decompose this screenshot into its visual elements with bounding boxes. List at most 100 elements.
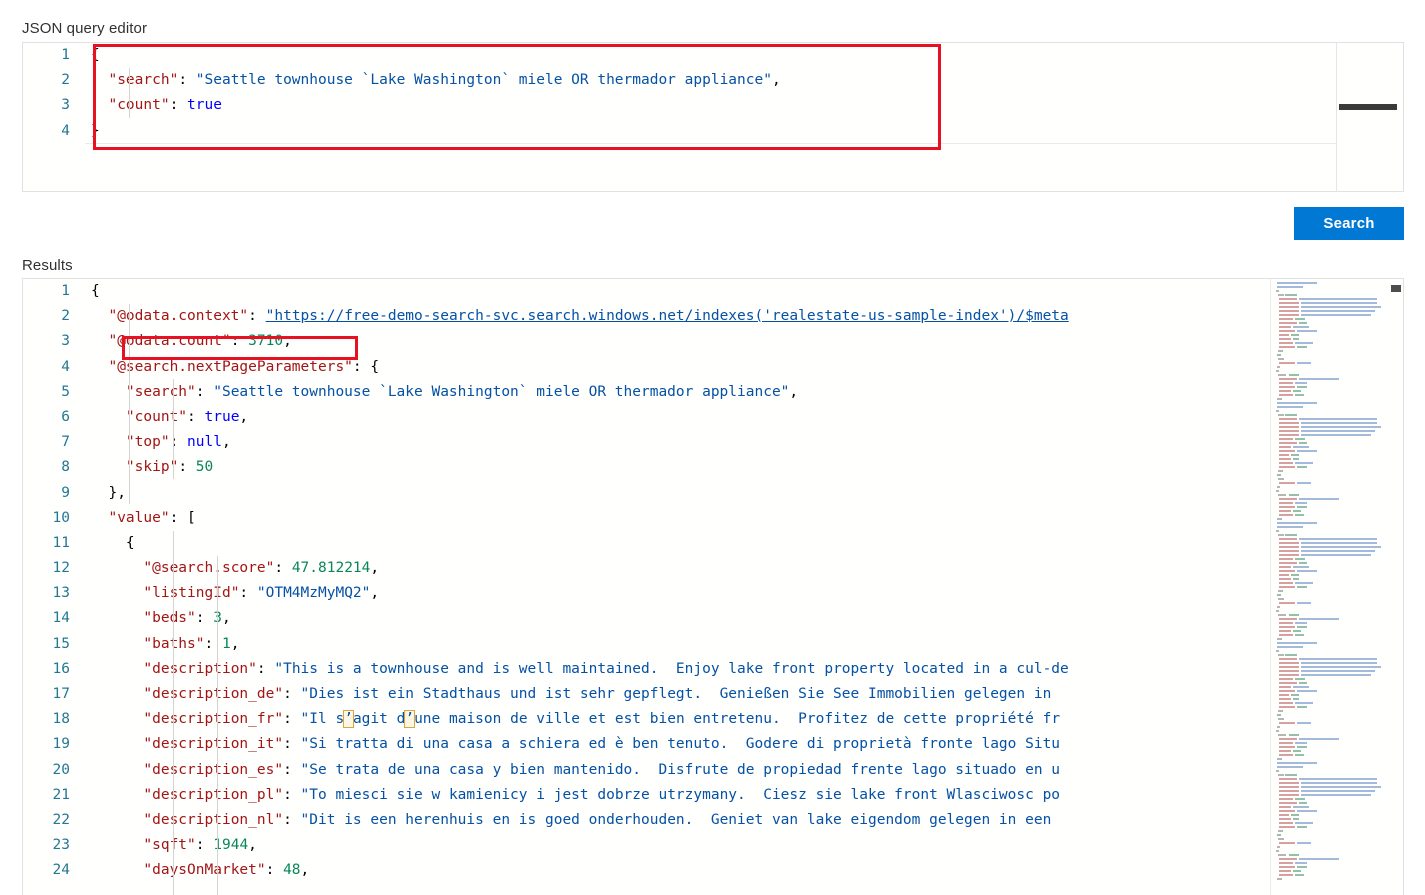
code-line[interactable]: "listingId": "OTM4MzMyMQ2", bbox=[85, 581, 1403, 606]
code-line[interactable]: "top": null, bbox=[85, 430, 1403, 455]
code-token: "skip" bbox=[125, 459, 179, 476]
code-line[interactable]: "count": true, bbox=[85, 405, 1403, 430]
minimap-segment bbox=[1279, 857, 1297, 860]
minimap-segment bbox=[1279, 361, 1295, 364]
code-line[interactable]: "description_es": "Se trata de una casa … bbox=[85, 758, 1403, 783]
minimap-segment bbox=[1279, 497, 1297, 500]
code-line[interactable]: "@odata.context": "https://free-demo-sea… bbox=[85, 304, 1403, 329]
minimap-segment bbox=[1293, 337, 1299, 340]
code-line[interactable]: "skip": 50 bbox=[85, 455, 1403, 480]
code-line[interactable]: "description_nl": "Dit is een herenhuis … bbox=[85, 808, 1403, 833]
results-editor[interactable]: 1 2 3 4 5 6 7 8 9 10 11 12 13 14 15 16 17 18 19 20 21 22 23 24 … bbox=[22, 278, 1404, 895]
minimap-segment bbox=[1299, 441, 1307, 444]
minimap-segment bbox=[1279, 753, 1293, 756]
code-token: , bbox=[771, 72, 781, 89]
results-vertical-scrollbar[interactable] bbox=[1389, 279, 1403, 895]
minimap-segment bbox=[1295, 437, 1305, 440]
query-code-lines[interactable]: { "search": "Seattle townhouse `Lake Was… bbox=[85, 43, 1403, 191]
code-token: : { bbox=[352, 358, 380, 375]
minimap-segment bbox=[1301, 313, 1371, 316]
search-button[interactable]: Search bbox=[1294, 207, 1404, 240]
minimap-segment bbox=[1279, 677, 1293, 680]
code-line[interactable]: "@search.nextPageParameters": { bbox=[85, 355, 1403, 380]
minimap-segment bbox=[1276, 369, 1279, 372]
code-line[interactable]: "baths": 1, bbox=[85, 632, 1403, 657]
code-line[interactable]: "description_fr": "Il s’agit d’une maiso… bbox=[85, 707, 1403, 732]
code-token: : bbox=[169, 97, 188, 114]
minimap-segment bbox=[1279, 325, 1291, 328]
minimap-segment bbox=[1291, 693, 1299, 696]
results-scrollbar-thumb[interactable] bbox=[1391, 285, 1401, 292]
results-code-area[interactable]: 1 2 3 4 5 6 7 8 9 10 11 12 13 14 15 16 17 18 19 20 21 22 23 24 … bbox=[23, 279, 1403, 895]
minimap-segment bbox=[1295, 581, 1313, 584]
minimap-segment bbox=[1278, 773, 1284, 776]
minimap-segment bbox=[1289, 373, 1299, 376]
code-line[interactable]: { bbox=[85, 279, 1403, 304]
code-line[interactable]: "beds": 3, bbox=[85, 606, 1403, 631]
code-line[interactable]: "@search.score": 47.812214, bbox=[85, 556, 1403, 581]
code-token: { bbox=[91, 534, 135, 551]
query-line-number-gutter: 1 2 3 4 bbox=[23, 43, 85, 191]
code-token: "description_de" bbox=[143, 686, 284, 702]
results-code-lines[interactable]: { "@odata.context": "https://free-demo-s… bbox=[85, 279, 1403, 895]
code-line[interactable]: "search": "Seattle townhouse `Lake Washi… bbox=[85, 380, 1403, 405]
minimap-segment bbox=[1279, 873, 1293, 876]
json-query-editor[interactable]: 1 2 3 4 { "search": "Seattle townhouse `Lak… bbox=[22, 42, 1404, 192]
code-line[interactable]: "@odata.count": 3710, bbox=[85, 329, 1403, 354]
minimap-segment bbox=[1278, 597, 1284, 600]
minimap-segment bbox=[1293, 869, 1301, 872]
minimap-segment bbox=[1279, 429, 1299, 432]
minimap-segment bbox=[1293, 629, 1301, 632]
code-line[interactable]: } bbox=[85, 119, 1403, 144]
minimap-segment bbox=[1291, 573, 1299, 576]
code-line[interactable]: "daysOnMarket": 48, bbox=[85, 858, 1403, 883]
minimap-segment bbox=[1276, 609, 1279, 612]
code-line[interactable]: "description_it": "Si tratta di una casa… bbox=[85, 732, 1403, 757]
minimap-segment bbox=[1278, 373, 1286, 376]
code-token: , bbox=[370, 585, 380, 602]
code-line[interactable]: "description_pl": "To miesci sie w kamie… bbox=[85, 783, 1403, 808]
code-line[interactable]: { bbox=[85, 43, 1403, 68]
code-line[interactable]: { bbox=[85, 531, 1403, 556]
minimap-segment bbox=[1297, 449, 1317, 452]
minimap-segment bbox=[1279, 777, 1297, 780]
minimap-segment bbox=[1301, 781, 1377, 784]
minimap-segment bbox=[1277, 761, 1317, 764]
query-code-area[interactable]: 1 2 3 4 { "search": "Seattle townhouse `Lak… bbox=[23, 43, 1403, 191]
minimap-segment bbox=[1277, 521, 1317, 524]
indent-guide-level-2 bbox=[173, 379, 174, 479]
minimap-segment bbox=[1293, 577, 1299, 580]
minimap-segment bbox=[1301, 541, 1377, 544]
minimap-segment bbox=[1297, 329, 1317, 332]
minimap-segment bbox=[1279, 685, 1291, 688]
minimap-segment bbox=[1279, 565, 1291, 568]
code-token: "@search.nextPageParameters" bbox=[108, 358, 353, 375]
minimap-segment bbox=[1301, 553, 1371, 556]
minimap-segment bbox=[1299, 297, 1377, 300]
code-line[interactable]: "description": "This is a townhouse and … bbox=[85, 657, 1403, 682]
minimap-segment bbox=[1279, 549, 1299, 552]
query-decoration-column[interactable] bbox=[1336, 43, 1403, 191]
minimap-segment bbox=[1301, 789, 1375, 792]
minimap-segment bbox=[1278, 853, 1286, 856]
minimap-segment bbox=[1293, 509, 1301, 512]
code-line[interactable]: "value": [ bbox=[85, 506, 1403, 531]
results-minimap[interactable] bbox=[1270, 279, 1389, 895]
minimap-segment bbox=[1279, 297, 1297, 300]
minimap-segment bbox=[1277, 645, 1303, 648]
line-number: 8 bbox=[61, 459, 70, 476]
minimap-segment bbox=[1299, 321, 1307, 324]
code-token: "Il s bbox=[300, 711, 345, 728]
code-line[interactable]: }, bbox=[85, 481, 1403, 506]
code-line[interactable]: "count": true bbox=[85, 93, 1403, 118]
code-line[interactable]: "search": "Seattle townhouse `Lake Washi… bbox=[85, 68, 1403, 93]
minimap-segment bbox=[1301, 305, 1381, 308]
code-line[interactable]: "sqft": 1944, bbox=[85, 833, 1403, 858]
code-line[interactable]: "description_de": "Dies ist ein Stadthau… bbox=[85, 682, 1403, 707]
